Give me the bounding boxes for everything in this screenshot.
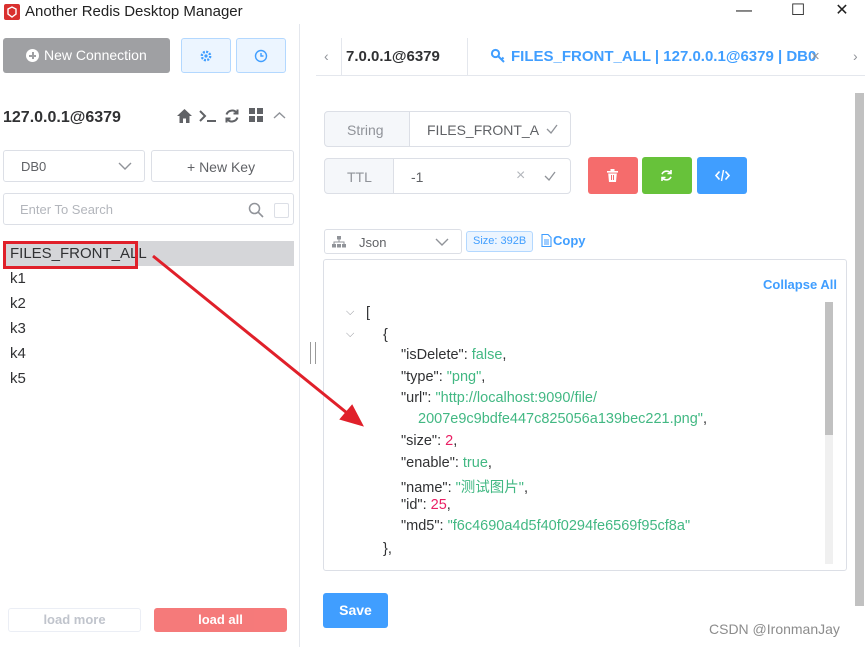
trash-icon bbox=[607, 169, 618, 182]
json-line: 2007e9c9bdfe447c825056a139bec221.png", bbox=[418, 411, 707, 427]
connection-name: 127.0.0.1@6379 bbox=[3, 109, 121, 126]
json-line: "type": "png", bbox=[401, 369, 486, 385]
terminal-icon[interactable] bbox=[198, 108, 218, 128]
watermark: CSDN @IronmanJay bbox=[709, 621, 840, 637]
json-line: "enable": true, bbox=[401, 455, 492, 471]
ttl-label-text: TTL bbox=[347, 169, 372, 185]
refresh-key-button[interactable] bbox=[642, 157, 692, 194]
key-type-label: String bbox=[324, 111, 410, 147]
editor-scrollbar[interactable] bbox=[825, 302, 833, 564]
tab-bar: ‹ 7.0.0.1@6379 FILES_FRONT_ALL | 127.0.0… bbox=[316, 24, 865, 76]
new-key-label: + New Key bbox=[187, 159, 256, 175]
close-window-button[interactable]: ✕ bbox=[819, 0, 865, 24]
key-name-input[interactable]: FILES_FRONT_ALL bbox=[409, 111, 571, 147]
code-icon bbox=[715, 169, 730, 182]
load-all-button[interactable]: load all bbox=[154, 608, 287, 632]
app-title: Another Redis Desktop Manager bbox=[25, 3, 243, 20]
key-name-value: FILES_FRONT_ALL bbox=[427, 122, 539, 138]
gear-icon bbox=[200, 50, 212, 62]
clock-icon bbox=[254, 49, 268, 63]
tab-connection[interactable]: 7.0.0.1@6379 bbox=[341, 38, 468, 76]
ttl-value: -1 bbox=[411, 169, 424, 185]
sidebar: New Connection 127.0.0.1@6379 DB0 + New … bbox=[0, 24, 300, 647]
size-badge: Size: 392B bbox=[466, 231, 534, 252]
new-key-button[interactable]: + New Key bbox=[151, 150, 294, 182]
settings-button[interactable] bbox=[181, 38, 231, 73]
search-icon[interactable] bbox=[248, 202, 264, 218]
json-line: "name": "测试图片", bbox=[401, 480, 528, 496]
new-connection-label: New Connection bbox=[44, 47, 147, 63]
json-editor[interactable]: Collapse All ⌵ [ ⌵ { "isDelete": false, … bbox=[323, 259, 847, 571]
document-icon bbox=[541, 234, 552, 247]
check-icon[interactable] bbox=[545, 122, 559, 136]
save-button[interactable]: Save bbox=[323, 593, 388, 628]
check-icon[interactable] bbox=[543, 169, 557, 183]
title-bar: Another Redis Desktop Manager — ☐ ✕ bbox=[0, 0, 865, 24]
json-open-brace: { bbox=[383, 327, 388, 343]
json-close-brace: }, bbox=[383, 541, 392, 557]
refresh-icon bbox=[661, 170, 672, 181]
grid-icon[interactable] bbox=[249, 108, 264, 128]
json-line: "url": "http://localhost:9090/file/ bbox=[401, 390, 598, 406]
minimize-button[interactable]: — bbox=[721, 0, 767, 24]
key-icon bbox=[490, 48, 505, 63]
collapse-all-link[interactable]: Collapse All bbox=[763, 277, 837, 292]
search-placeholder: Enter To Search bbox=[20, 202, 113, 217]
chevron-down-icon bbox=[118, 162, 132, 170]
editor-scrollbar-thumb[interactable] bbox=[825, 302, 833, 435]
key-item-k4[interactable]: k4 bbox=[3, 341, 294, 366]
key-search-input[interactable]: Enter To Search bbox=[3, 193, 294, 225]
dump-command-button[interactable] bbox=[697, 157, 747, 194]
tab-connection-label: 7.0.0.1@6379 bbox=[346, 48, 440, 65]
copy-label: Copy bbox=[553, 233, 586, 248]
new-connection-button[interactable]: New Connection bbox=[3, 38, 170, 73]
page-scrollbar-thumb[interactable] bbox=[855, 93, 864, 606]
json-line: "md5": "f6c4690a4d5f40f0294fe6569f95cf8a… bbox=[401, 518, 691, 534]
delete-key-button[interactable] bbox=[588, 157, 638, 194]
chevron-down-icon bbox=[435, 238, 449, 246]
tab-close-icon[interactable]: × bbox=[811, 48, 820, 65]
json-line: "id": 25, bbox=[401, 497, 451, 513]
ttl-input[interactable]: -1 × bbox=[393, 158, 571, 194]
json-line: "isDelete": false, bbox=[401, 347, 507, 363]
db-select[interactable]: DB0 bbox=[3, 150, 145, 182]
key-item-k2[interactable]: k2 bbox=[3, 291, 294, 316]
json-open-bracket: [ bbox=[366, 305, 371, 321]
tab-scroll-right-button[interactable]: › bbox=[853, 48, 858, 64]
sitemap-icon bbox=[332, 236, 346, 248]
format-value: Json bbox=[359, 235, 387, 250]
page-scrollbar[interactable] bbox=[855, 93, 864, 606]
exact-search-checkbox[interactable] bbox=[274, 203, 289, 218]
key-item-k3[interactable]: k3 bbox=[3, 316, 294, 341]
refresh-icon[interactable] bbox=[224, 108, 240, 128]
key-type-text: String bbox=[347, 122, 384, 138]
home-icon[interactable] bbox=[176, 108, 193, 128]
tab-key-files-front-all[interactable]: FILES_FRONT_ALL | 127.0.0.1@6379 | DB0 × bbox=[469, 38, 839, 76]
ttl-label: TTL bbox=[324, 158, 394, 194]
db-select-value: DB0 bbox=[21, 159, 47, 174]
annotation-highlight-box bbox=[3, 241, 138, 269]
load-more-button[interactable]: load more bbox=[8, 608, 141, 632]
key-item-k1[interactable]: k1 bbox=[3, 266, 294, 291]
tab-scroll-left-button[interactable]: ‹ bbox=[324, 48, 329, 64]
plus-circle-icon bbox=[26, 49, 39, 62]
history-button[interactable] bbox=[236, 38, 286, 73]
panel-resize-handle[interactable] bbox=[310, 342, 316, 364]
app-logo-icon bbox=[4, 4, 20, 20]
tab-key-label: FILES_FRONT_ALL | 127.0.0.1@6379 | DB0 bbox=[511, 48, 817, 65]
json-line: "size": 2, bbox=[401, 433, 458, 449]
key-item-k5[interactable]: k5 bbox=[3, 366, 294, 391]
fold-toggle-icon[interactable]: ⌵ bbox=[346, 306, 354, 319]
clear-icon[interactable]: × bbox=[516, 167, 525, 185]
maximize-button[interactable]: ☐ bbox=[775, 0, 821, 24]
fold-toggle-icon[interactable]: ⌵ bbox=[346, 328, 354, 341]
format-select[interactable]: Json bbox=[324, 229, 462, 254]
chevron-up-icon[interactable] bbox=[273, 108, 286, 128]
